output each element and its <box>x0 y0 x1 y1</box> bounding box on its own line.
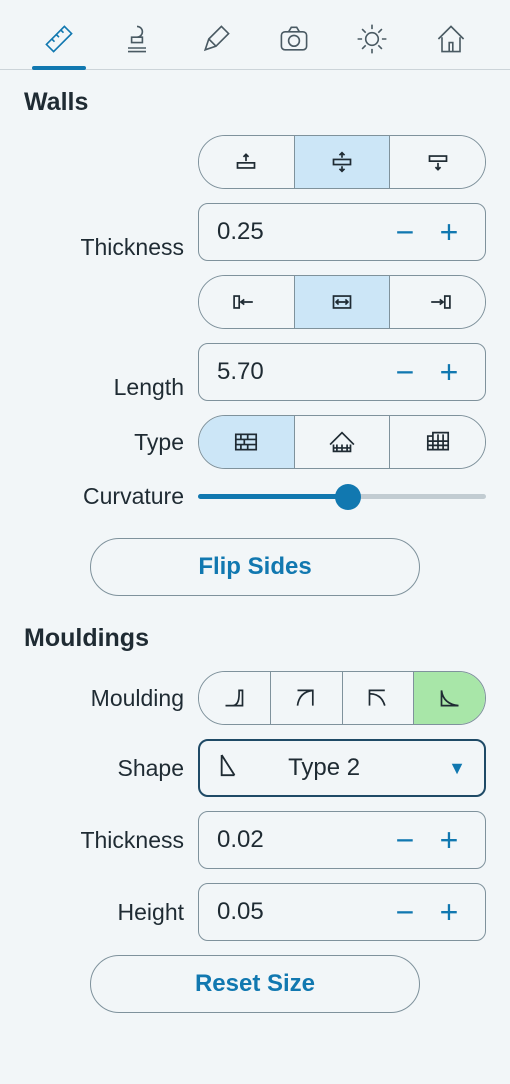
length-stepper[interactable]: 5.70 − + <box>198 343 486 401</box>
moulding-icon-2 <box>289 683 323 713</box>
tab-measure[interactable] <box>20 10 98 68</box>
m-thickness-value: 0.02 <box>213 826 383 854</box>
m-thickness-stepper[interactable]: 0.02 − + <box>198 811 486 869</box>
tab-home[interactable] <box>412 10 490 68</box>
shape-label: Shape <box>24 755 184 782</box>
thickness-value: 0.25 <box>213 218 383 246</box>
moulding-group <box>198 671 486 725</box>
length-align-center[interactable] <box>294 276 390 328</box>
moulding-icon-1 <box>217 683 251 713</box>
tab-camera[interactable] <box>255 10 333 68</box>
mouldings-title: Mouldings <box>24 624 486 653</box>
m-height-minus[interactable]: − <box>383 894 427 931</box>
wall-type-roof[interactable] <box>294 416 390 468</box>
moulding-opt-2[interactable] <box>270 672 342 724</box>
thickness-minus[interactable]: − <box>383 214 427 251</box>
m-height-label: Height <box>24 899 184 926</box>
walls-title: Walls <box>24 88 486 117</box>
type-label: Type <box>24 429 184 456</box>
moulding-opt-4[interactable] <box>413 672 485 724</box>
length-plus[interactable]: + <box>427 354 471 391</box>
m-height-stepper[interactable]: 0.05 − + <box>198 883 486 941</box>
pencil-icon <box>198 21 234 57</box>
house-icon <box>433 21 469 57</box>
slider-thumb[interactable] <box>335 484 361 510</box>
tabbar <box>0 0 510 70</box>
roof-icon <box>325 427 359 457</box>
camera-icon <box>276 21 312 57</box>
thickness-stepper[interactable]: 0.25 − + <box>198 203 486 261</box>
flip-sides-button[interactable]: Flip Sides <box>90 538 420 596</box>
reset-size-button[interactable]: Reset Size <box>90 955 420 1013</box>
length-minus[interactable]: − <box>383 354 427 391</box>
panel-icon <box>421 427 455 457</box>
tab-light[interactable] <box>333 10 411 68</box>
thickness-align-center[interactable] <box>294 136 390 188</box>
brick-icon <box>229 427 263 457</box>
wall-type-brick[interactable] <box>199 416 294 468</box>
moulding-label: Moulding <box>24 685 184 712</box>
ruler-icon <box>41 21 77 57</box>
moulding-icon-4 <box>433 683 467 713</box>
tab-draw[interactable] <box>177 10 255 68</box>
m-thickness-plus[interactable]: + <box>427 822 471 859</box>
m-height-value: 0.05 <box>213 898 383 926</box>
length-value: 5.70 <box>213 358 383 386</box>
m-thickness-minus[interactable]: − <box>383 822 427 859</box>
tab-paint[interactable] <box>98 10 176 68</box>
length-label: Length <box>24 374 184 401</box>
thickness-align-top[interactable] <box>199 136 294 188</box>
thickness-align-bottom[interactable] <box>389 136 485 188</box>
wall-type-group <box>198 415 486 469</box>
shape-select-value: Type 2 <box>218 754 430 782</box>
chevron-down-icon: ▼ <box>448 758 466 779</box>
moulding-icon-3 <box>361 683 395 713</box>
thickness-plus[interactable]: + <box>427 214 471 251</box>
length-align-group <box>198 275 486 329</box>
m-thickness-label: Thickness <box>24 827 184 854</box>
wall-type-panel[interactable] <box>389 416 485 468</box>
curvature-label: Curvature <box>24 483 184 510</box>
m-height-plus[interactable]: + <box>427 894 471 931</box>
length-align-left[interactable] <box>199 276 294 328</box>
thickness-align-group <box>198 135 486 189</box>
shape-select[interactable]: Type 2 ▼ <box>198 739 486 797</box>
curvature-slider[interactable] <box>198 485 486 509</box>
moulding-opt-3[interactable] <box>342 672 414 724</box>
thickness-label: Thickness <box>24 234 184 261</box>
length-align-right[interactable] <box>389 276 485 328</box>
stamp-icon <box>119 21 155 57</box>
moulding-opt-1[interactable] <box>199 672 270 724</box>
sun-icon <box>354 21 390 57</box>
